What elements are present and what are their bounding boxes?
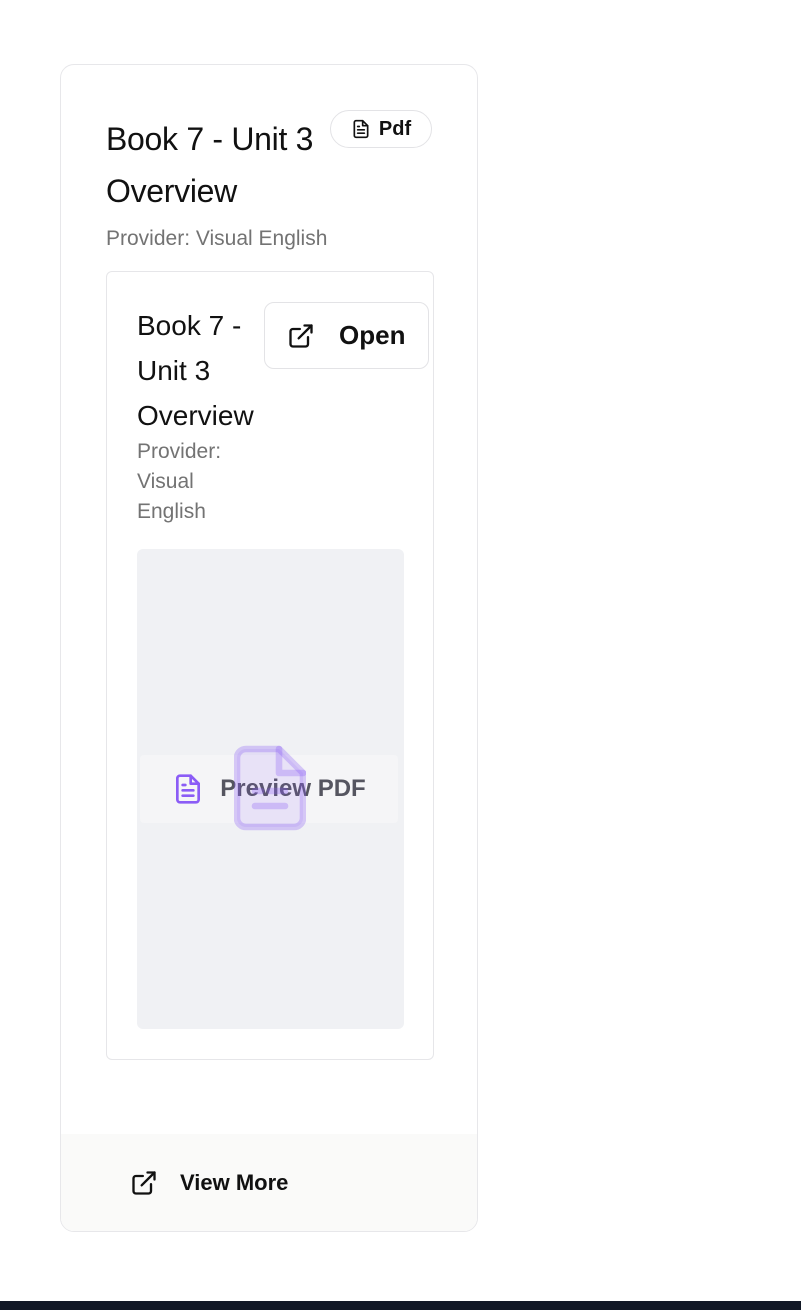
card-provider: Provider: Visual English	[106, 227, 328, 250]
preview-pdf-button[interactable]: Preview PDF	[140, 755, 398, 823]
type-badge-label: Pdf	[378, 117, 412, 140]
type-badge: Pdf	[330, 110, 432, 148]
preview-pdf-label: Preview PDF	[220, 775, 366, 802]
file-text-icon	[172, 771, 204, 807]
embed-provider: Provider: Visual English	[137, 440, 222, 523]
file-text-icon	[351, 118, 371, 140]
pdf-embed-panel: Book 7 - Unit 3 Overview Provider: Visua…	[106, 271, 434, 1060]
view-more-label: View More	[180, 1169, 289, 1195]
resource-card: Book 7 - Unit 3 Overview Pdf Provider: V…	[60, 64, 478, 1232]
external-link-icon	[287, 322, 315, 350]
pdf-preview-area: Preview PDF	[137, 549, 404, 1029]
external-link-icon	[130, 1169, 158, 1197]
card-title: Book 7 - Unit 3 Overview	[106, 121, 314, 209]
bottom-bar	[0, 1301, 801, 1310]
open-button-label: Open	[339, 320, 406, 350]
embed-title: Book 7 - Unit 3 Overview	[137, 310, 254, 431]
view-more-button[interactable]: View More	[61, 1134, 477, 1231]
open-button[interactable]: Open	[264, 302, 429, 369]
